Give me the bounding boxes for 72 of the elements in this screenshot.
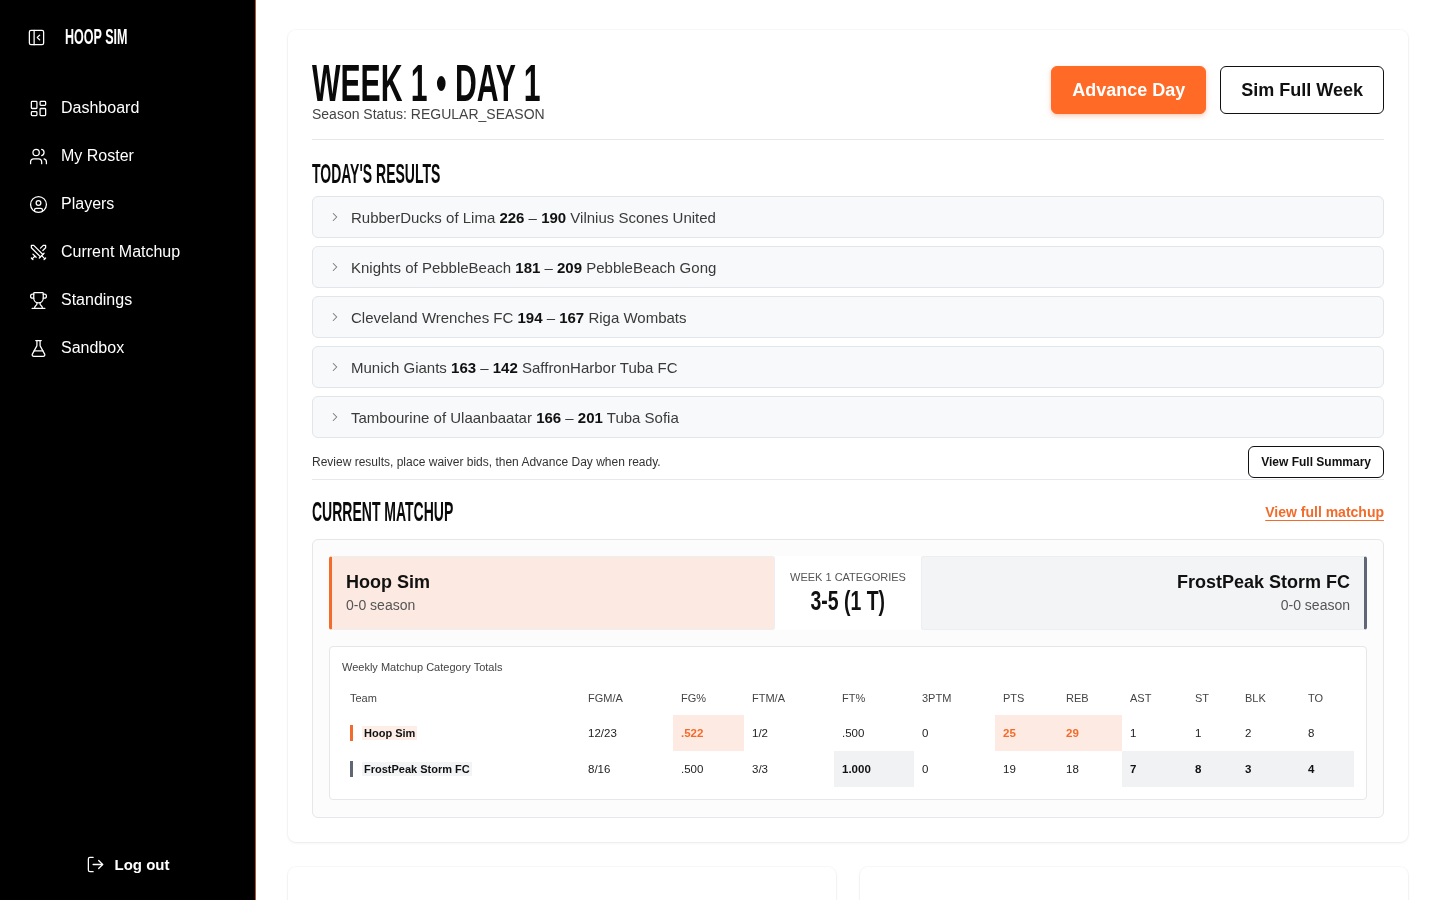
team-record: 0-0 season: [346, 596, 416, 614]
flask-icon: [29, 338, 48, 358]
categories-label: WEEK 1 CATEGORIES: [790, 570, 906, 584]
panel-collapse-icon: [27, 27, 46, 47]
table-cell-text: 3/3: [751, 762, 769, 777]
table-cell-text: 0: [921, 726, 930, 741]
nav-item[interactable]: Players: [0, 180, 127, 228]
nav-item[interactable]: Current Matchup: [0, 228, 193, 276]
table-cell: 25: [995, 715, 1058, 751]
summary-button[interactable]: View Full Summary: [1248, 446, 1384, 478]
table-cell: 7: [1122, 751, 1187, 787]
dashboard-grid-icon: [29, 98, 48, 118]
crossed-swords-icon: [29, 242, 48, 262]
column-header: FT%: [841, 692, 866, 704]
table-cell-text: .500: [680, 762, 705, 777]
app-logo: HOOP SIM: [65, 27, 128, 47]
categories-score: 3-5 (1 T): [810, 588, 886, 614]
team-name: FrostPeak Storm FC: [362, 762, 472, 776]
table-cell: 1.000: [834, 751, 914, 787]
user-circle-icon: [29, 194, 48, 214]
team-name: FrostPeak Storm FC: [1176, 571, 1350, 594]
sim-button[interactable]: Sim Full Week: [1220, 66, 1384, 114]
logout-button[interactable]: Log out: [85, 853, 170, 876]
nav-item[interactable]: My Roster: [0, 132, 146, 180]
users-icon: [29, 146, 48, 166]
column-header: 3PTM: [921, 692, 952, 704]
table-cell: 4: [1300, 751, 1354, 787]
column-header: AST: [1129, 692, 1152, 704]
team-record: 0-0 season: [1280, 596, 1350, 614]
table-cell-text: .500: [841, 726, 866, 741]
section-title: CURRENT MATCHUP: [312, 500, 454, 524]
table-cell-text: 1: [1129, 726, 1138, 741]
result-row[interactable]: Knights of PebbleBeach 181 – 209 PebbleBeach Gong: [312, 246, 1384, 288]
column-header: ST: [1194, 692, 1210, 704]
result-row[interactable]: Tambourine of Ulaanbaatar 166 – 201 Tuba Sofia: [312, 396, 1384, 438]
result-row[interactable]: RubberDucks of Lima 226 – 190 Vilnius Scones United: [312, 196, 1384, 238]
column-header: TO: [1307, 692, 1324, 704]
table-cell-text: 1/2: [751, 726, 769, 741]
page-title: WEEK 1 • DAY 1: [312, 62, 541, 105]
section-title: TODAY'S RESULTS: [312, 162, 441, 186]
table-cell-text: 1: [1194, 726, 1203, 741]
nav-item[interactable]: Standings: [0, 276, 145, 324]
nav-item[interactable]: Sandbox: [0, 324, 137, 372]
team-name: Hoop Sim: [346, 571, 430, 594]
logout-icon: [85, 855, 105, 874]
trophy-icon: [29, 290, 48, 310]
table-cell-text: 8: [1307, 726, 1316, 741]
result-row[interactable]: Munich Giants 163 – 142 SaffronHarbor Tuba FC: [312, 346, 1384, 388]
table-cell: .522: [673, 715, 744, 751]
table-cell-text: 8/16: [587, 762, 612, 777]
table-cell-text: 12/23: [587, 726, 618, 741]
table-cell-text: 0: [921, 762, 930, 777]
column-header: Team: [349, 692, 377, 704]
table-cell-text: 2: [1244, 726, 1253, 741]
team-name: Hoop Sim: [362, 726, 418, 740]
table-cell: 29: [1058, 715, 1122, 751]
sidebar-toggle-button[interactable]: [27, 27, 46, 47]
nav-item[interactable]: Dashboard: [0, 84, 152, 132]
result-row[interactable]: Cleveland Wrenches FC 194 – 167 Riga Wombats: [312, 296, 1384, 338]
table-cell: 8: [1187, 751, 1237, 787]
column-header: REB: [1065, 692, 1089, 704]
table-cell-text: 19: [1002, 762, 1017, 777]
column-header: PTS: [1002, 692, 1025, 704]
column-header: FTM/A: [751, 692, 785, 704]
table-cell-text: 18: [1065, 762, 1080, 777]
table-title: Weekly Matchup Category Totals: [342, 660, 504, 674]
column-header: FGM/A: [587, 692, 623, 704]
column-header: BLK: [1244, 692, 1266, 704]
hint-text: Review results, place waiver bids, then Advance Day when ready.: [312, 455, 661, 469]
table-cell: 3: [1237, 751, 1300, 787]
column-header: FG%: [680, 692, 707, 704]
season-status: Season Status: REGULAR_SEASON: [312, 105, 545, 123]
